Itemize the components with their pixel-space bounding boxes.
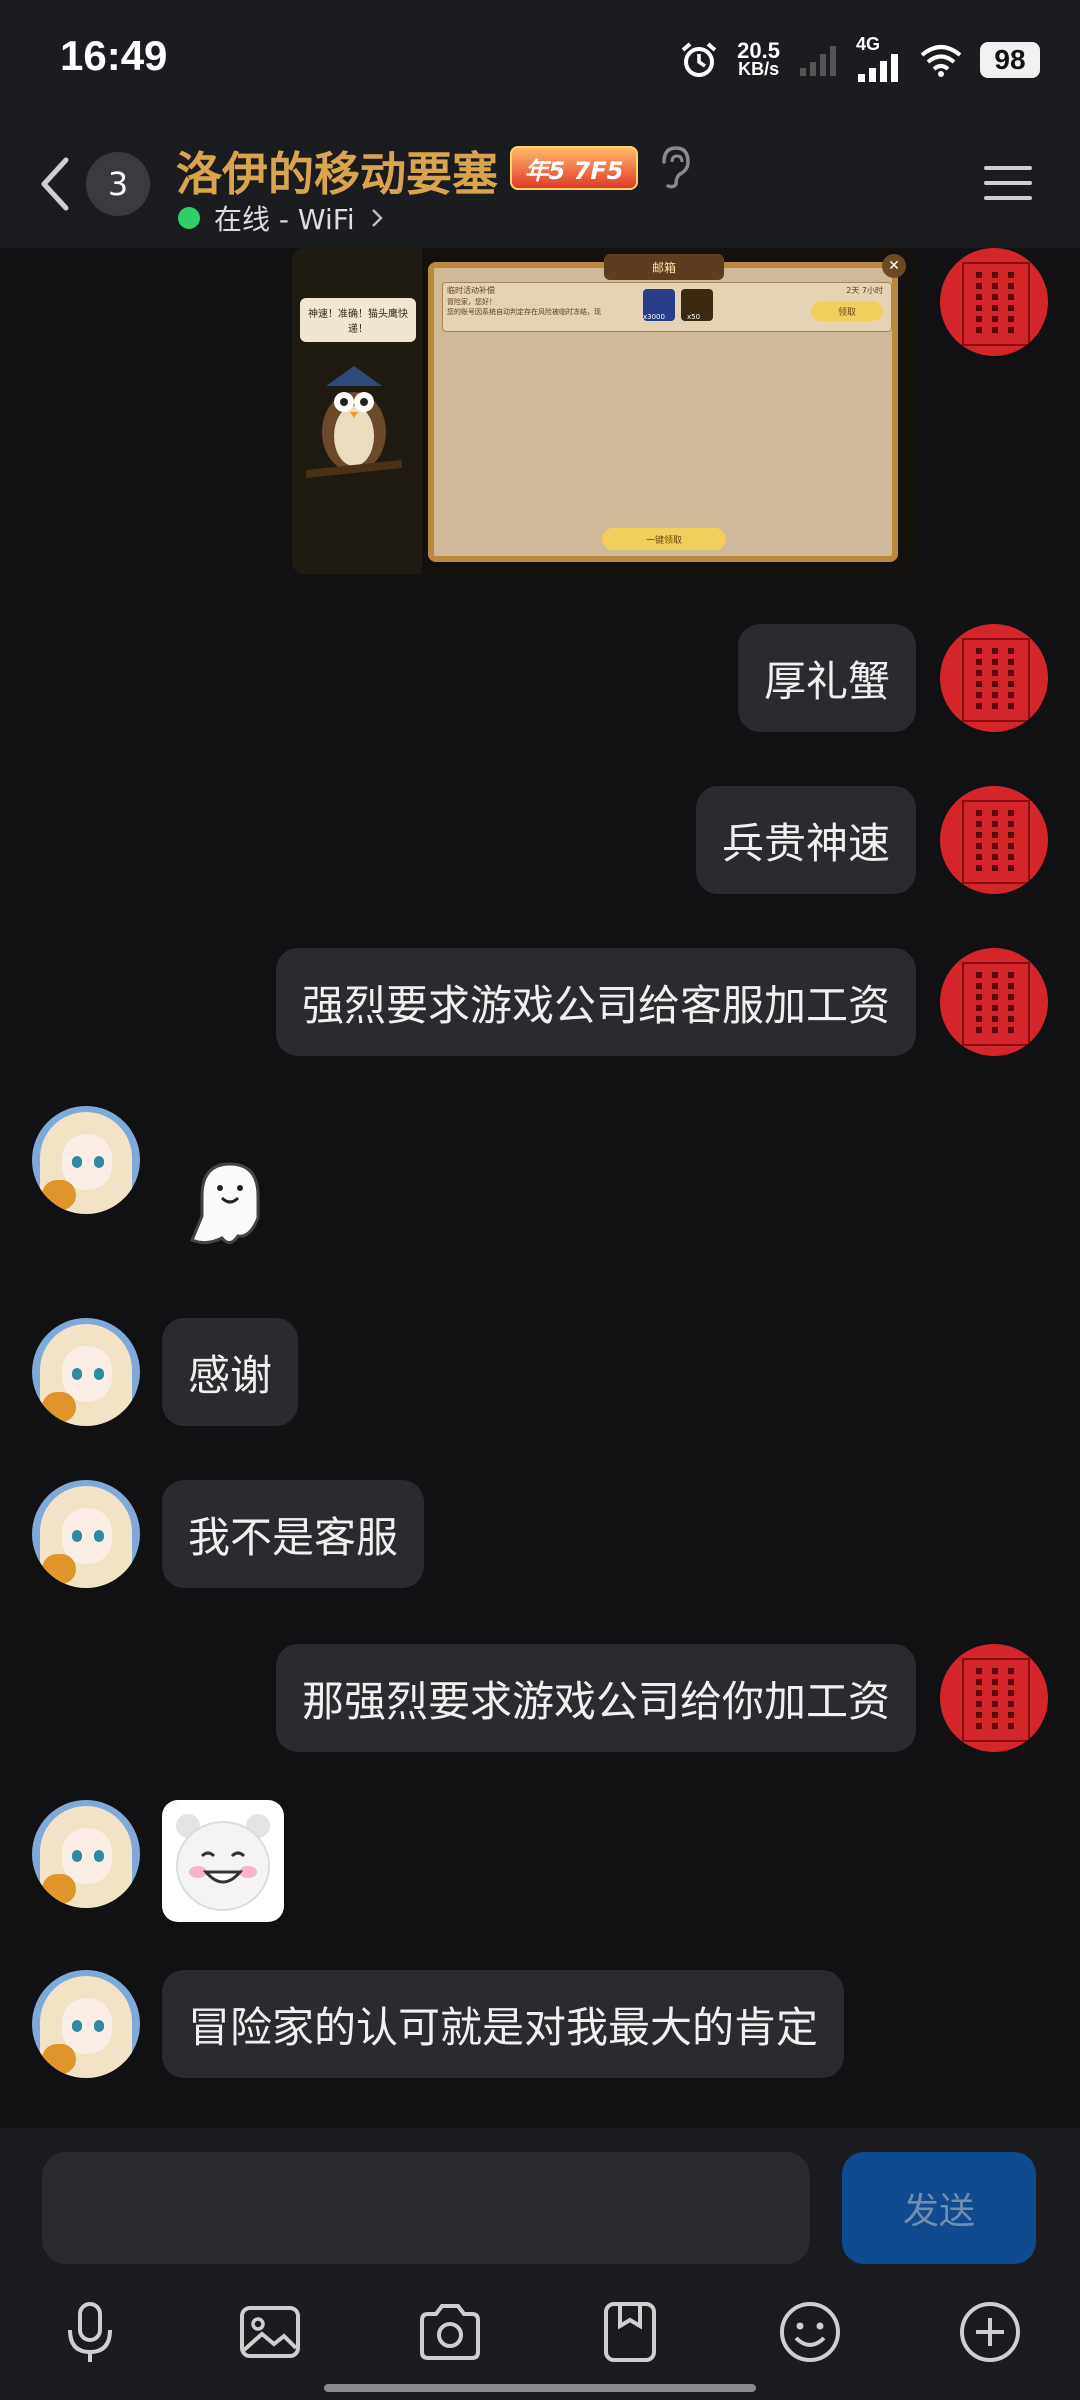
close-icon[interactable]: ✕ [882,254,906,278]
image-icon[interactable] [234,2296,306,2368]
message-row-outgoing: 兵贵神速 [0,786,1080,894]
bear-sticker-icon [176,1814,270,1911]
seal-icon [962,638,1030,722]
battery-indicator: 98 [980,42,1040,78]
contact-avatar[interactable] [32,1800,140,1908]
online-dot-icon [178,207,200,229]
owl-speech-bubble: 神速！准确！猫头鹰快递！ [300,298,416,342]
claim-button[interactable]: 领取 [811,301,883,321]
mail-greeting: 冒险家，您好！ [447,298,496,306]
message-row-outgoing: 厚礼蟹 [0,624,1080,732]
plus-icon[interactable] [954,2296,1026,2368]
file-icon[interactable] [594,2296,666,2368]
message-row-incoming: 冒险家的认可就是对我最大的肯定 [0,1970,1080,2078]
mail-subject: 临时活动补偿 [447,286,495,295]
message-row-outgoing: 强烈要求游戏公司给客服加工资 [0,948,1080,1056]
reward-amount-1: x3000 [643,313,665,321]
microphone-icon[interactable] [54,2296,126,2368]
smiling-bear-sticker[interactable] [162,1800,284,1922]
mail-timer: 2天 7小时 [846,286,883,295]
contact-avatar[interactable] [32,1318,140,1426]
signal-weak-icon [800,46,836,76]
message-bubble[interactable]: 强烈要求游戏公司给客服加工资 [275,948,916,1056]
chat-messages[interactable]: 神速！准确！猫头鹰快递！ 邮箱 ✕ 临时活动补偿 冒险家，您好！ 您的账号因系统… [0,248,1080,2128]
menu-icon[interactable] [980,160,1036,206]
message-row-incoming [0,1800,1080,1924]
claim-all-button[interactable]: 一键领取 [602,528,726,550]
chevron-right-icon [371,209,383,227]
message-row-incoming: 我不是客服 [0,1480,1080,1588]
status-bar: 16:49 20.5 KB/s 4G 98 [0,0,1080,120]
contact-avatar[interactable] [32,1480,140,1588]
game-screenshot-image[interactable]: 神速！准确！猫头鹰快递！ 邮箱 ✕ 临时活动补偿 冒险家，您好！ 您的账号因系统… [292,248,916,574]
seal-icon [962,1658,1030,1742]
unread-count-badge[interactable]: 3 [86,152,150,216]
network-speed-value: 20.5 [737,38,780,63]
contact-avatar[interactable] [32,1106,140,1214]
online-status[interactable]: 在线 - WiFi [178,198,385,238]
camera-icon[interactable] [414,2296,486,2368]
my-avatar[interactable] [940,786,1048,894]
mail-body: 您的账号因系统自动判定存在风险被临时冻结，现 [447,308,601,316]
network-speed: 20.5 KB/s [737,38,780,79]
message-row-incoming: 感谢 [0,1318,1080,1426]
status-icons: 20.5 KB/s 4G 98 [679,30,1040,90]
chat-title[interactable]: 洛伊的移动要塞 [176,138,498,204]
level-badge: 年5 7F5 [510,146,638,190]
my-avatar[interactable] [940,948,1048,1056]
message-bubble[interactable]: 兵贵神速 [695,786,916,894]
ear-icon[interactable] [654,144,694,190]
my-avatar[interactable] [940,624,1048,732]
seal-icon [962,262,1030,346]
input-bar: 发送 [0,2128,1080,2276]
network-speed-unit: KB/s [738,59,780,79]
my-avatar[interactable] [940,248,1048,356]
my-avatar[interactable] [940,1644,1048,1752]
back-arrow-icon[interactable] [32,152,82,216]
message-bubble[interactable]: 感谢 [162,1318,299,1426]
contact-avatar[interactable] [32,1970,140,2078]
alarm-icon [681,42,717,77]
ghost-sticker-icon[interactable] [184,1156,270,1250]
message-bubble[interactable]: 那强烈要求游戏公司给你加工资 [275,1644,916,1752]
message-bubble[interactable]: 冒险家的认可就是对我最大的肯定 [162,1970,845,2078]
seal-icon [962,962,1030,1046]
message-input[interactable] [42,2152,810,2264]
mailbox-title: 邮箱 [604,254,724,280]
chat-toolbar [0,2276,1080,2400]
message-row-image: 神速！准确！猫头鹰快递！ 邮箱 ✕ 临时活动补偿 冒险家，您好！ 您的账号因系统… [0,248,1080,578]
online-status-text: 在线 - WiFi [214,203,355,236]
owl-character-icon [306,366,402,478]
status-time: 16:49 [60,32,168,79]
message-row-outgoing: 那强烈要求游戏公司给你加工资 [0,1644,1080,1752]
wifi-icon [920,45,962,77]
message-row-incoming [0,1106,1080,1256]
signal-4g-icon: 4G [856,34,902,82]
emoji-icon[interactable] [774,2296,846,2368]
reward-amount-2: x50 [687,313,701,321]
send-button[interactable]: 发送 [842,2152,1036,2264]
home-indicator[interactable] [324,2384,756,2392]
seal-icon [962,800,1030,884]
chat-header: 3 洛伊的移动要塞 年5 7F5 在线 - WiFi [0,120,1080,248]
message-bubble[interactable]: 我不是客服 [162,1480,425,1588]
mailbox-window: 邮箱 ✕ 临时活动补偿 冒险家，您好！ 您的账号因系统自动判定存在风险被临时冻结… [428,254,906,562]
message-bubble[interactable]: 厚礼蟹 [737,624,916,732]
mail-item[interactable]: 临时活动补偿 冒险家，您好！ 您的账号因系统自动判定存在风险被临时冻结，现 x3… [442,282,892,332]
